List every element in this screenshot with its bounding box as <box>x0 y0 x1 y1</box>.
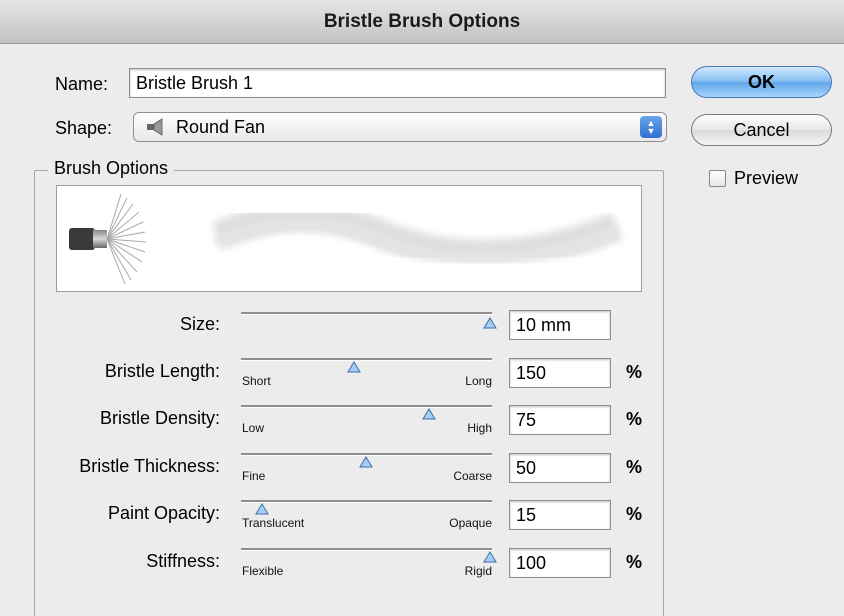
paint-opacity-min-label: Translucent <box>242 516 305 530</box>
bristle-density-unit: % <box>626 409 643 429</box>
stiffness-label: Stiffness: <box>146 551 220 571</box>
brush-stroke-preview <box>56 185 642 292</box>
bristle-density-slider-track[interactable] <box>241 405 492 407</box>
bristle-length-input[interactable] <box>509 358 611 388</box>
brush-options-title: Brush Options <box>48 158 175 179</box>
stiffness-unit: % <box>626 552 643 572</box>
paint-opacity-unit: % <box>626 504 643 524</box>
window-title: Bristle Brush Options <box>323 10 521 32</box>
bristle-length-unit: % <box>626 362 643 382</box>
popup-arrows-icon: ▲ ▼ <box>640 116 662 138</box>
size-slider-thumb[interactable] <box>483 316 497 329</box>
brush-handle-icon <box>69 228 95 250</box>
paint-opacity-input[interactable] <box>509 500 611 530</box>
name-input[interactable] <box>129 68 666 98</box>
shape-popup[interactable]: Round Fan ▲ ▼ <box>133 112 667 142</box>
name-label: Name: <box>55 74 109 94</box>
preview-checkbox-row[interactable]: Preview <box>709 168 798 189</box>
shape-label: Shape: <box>55 118 113 138</box>
preview-label: Preview <box>734 168 799 188</box>
bristle-length-max-label: Long <box>465 374 492 388</box>
bristle-length-slider-thumb[interactable] <box>347 360 361 373</box>
bristle-thickness-unit: % <box>626 457 643 477</box>
preview-checkbox[interactable] <box>709 170 726 187</box>
bristle-density-label: Bristle Density: <box>99 408 220 428</box>
stiffness-min-label: Flexible <box>242 564 284 578</box>
stiffness-slider-thumb[interactable] <box>483 550 497 563</box>
bristle-thickness-min-label: Fine <box>242 469 266 483</box>
shape-popup-label: Round Fan <box>176 116 266 137</box>
window-title-bar[interactable]: Bristle Brush Options <box>0 0 844 44</box>
bristle-density-min-label: Low <box>242 421 265 435</box>
size-input[interactable] <box>509 310 611 340</box>
brush-preview-graphic <box>69 193 623 285</box>
stiffness-max-label: Rigid <box>464 564 492 578</box>
bristle-density-slider-thumb[interactable] <box>422 407 436 420</box>
paint-opacity-slider-track[interactable] <box>241 500 492 502</box>
bristle-density-max-label: High <box>467 421 492 435</box>
bristle-thickness-max-label: Coarse <box>453 469 492 483</box>
dialog-body: Name: Shape: Round Fan ▲▼ OK Cancel Prev… <box>0 44 844 616</box>
bristle-length-min-label: Short <box>242 374 271 388</box>
bristle-length-slider-track[interactable] <box>241 358 492 360</box>
size-label: Size: <box>179 314 220 334</box>
stiffness-input[interactable] <box>509 548 611 578</box>
bristle-thickness-slider-thumb[interactable] <box>359 455 373 468</box>
cancel-button[interactable]: Cancel <box>691 114 832 146</box>
paint-opacity-label: Paint Opacity: <box>107 503 220 523</box>
size-slider-track[interactable] <box>241 312 492 314</box>
bristle-length-label: Bristle Length: <box>104 361 220 381</box>
bristle-density-input[interactable] <box>509 405 611 435</box>
paint-opacity-slider-thumb[interactable] <box>255 502 269 515</box>
bristle-thickness-input[interactable] <box>509 453 611 483</box>
stiffness-slider-track[interactable] <box>241 548 492 550</box>
ok-button[interactable]: OK <box>691 66 832 98</box>
paint-opacity-max-label: Opaque <box>449 516 492 530</box>
fan-brush-icon <box>146 117 170 137</box>
bristle-thickness-label: Bristle Thickness: <box>79 456 220 476</box>
